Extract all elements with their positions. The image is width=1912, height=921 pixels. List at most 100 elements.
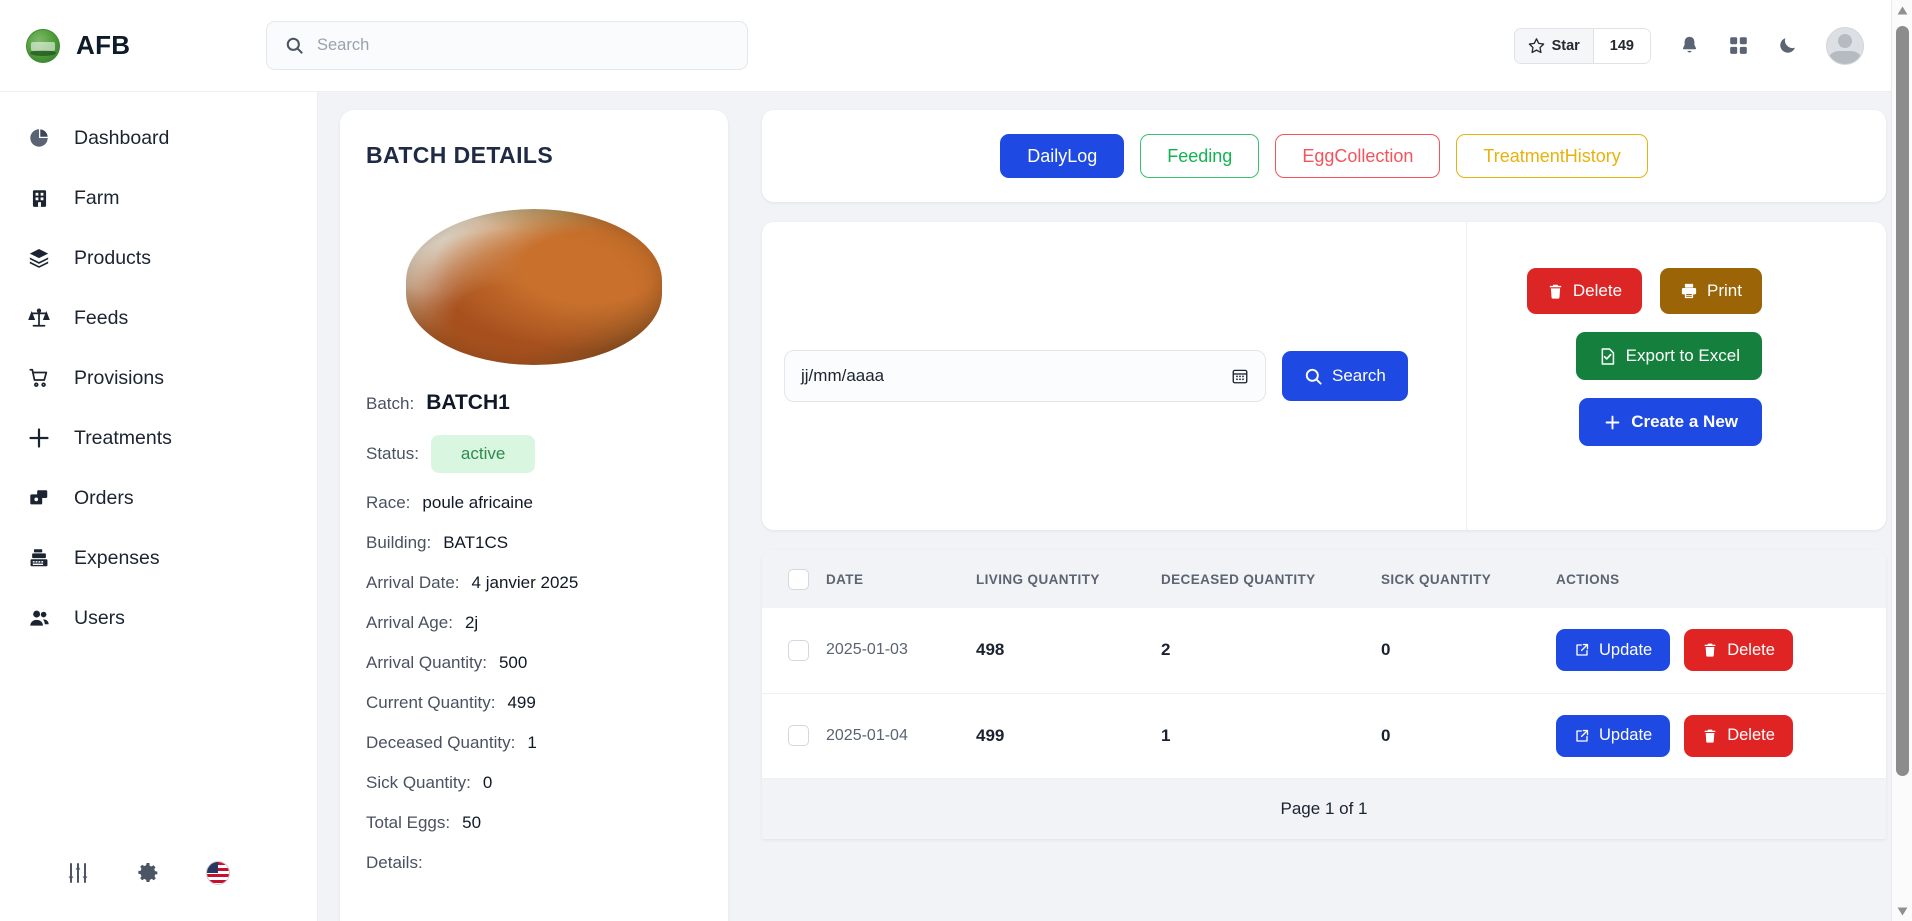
tab-dailylog[interactable]: DailyLog	[1000, 134, 1125, 178]
bulk-delete-button[interactable]: Delete	[1526, 268, 1643, 314]
field-label: Details:	[366, 853, 423, 872]
field-current-quantity: Current Quantity: 499	[366, 693, 702, 713]
cell-date: 2025-01-03	[826, 608, 976, 694]
sidebar-item-dashboard[interactable]: Dashboard	[0, 108, 317, 168]
apps-grid-icon[interactable]	[1728, 35, 1749, 56]
column-date[interactable]: DATE	[826, 550, 976, 608]
search-button-label: Search	[1332, 366, 1386, 385]
brand-title: AFB	[76, 30, 131, 60]
page-scrollbar[interactable]	[1891, 0, 1912, 921]
table-row[interactable]: 2025-01-03 498 2 0 Update Delete	[762, 608, 1886, 694]
column-living-quantity[interactable]: LIVING QUANTITY	[976, 550, 1161, 608]
search-button[interactable]: Search	[1282, 351, 1408, 401]
star-group[interactable]: Star 149	[1513, 27, 1651, 64]
right-column: DailyLog Feeding EggCollection Treatment…	[762, 110, 1886, 921]
sidebar-item-orders[interactable]: Orders	[0, 468, 317, 528]
field-label: Building:	[366, 533, 432, 552]
layers-icon	[26, 247, 52, 269]
field-value: 4 janvier 2025	[471, 573, 579, 592]
cell-deceased-quantity: 2	[1161, 608, 1381, 694]
field-status: Status: active	[366, 435, 702, 473]
printer-icon	[1680, 282, 1698, 300]
gear-icon[interactable]	[136, 861, 160, 885]
export-excel-label: Export to Excel	[1625, 346, 1740, 365]
flag-us-icon[interactable]	[206, 861, 230, 885]
scroll-down-arrow-icon[interactable]	[1892, 901, 1912, 921]
daily-log-table: DATE LIVING QUANTITY DECEASED QUANTITY S…	[762, 550, 1886, 839]
sidebar-item-provisions[interactable]: Provisions	[0, 348, 317, 408]
sidebar-item-products[interactable]: Products	[0, 228, 317, 288]
row-checkbox[interactable]	[788, 725, 809, 746]
sidebar-item-farm[interactable]: Farm	[0, 168, 317, 228]
field-label: Status:	[366, 444, 419, 463]
table-body: 2025-01-03 498 2 0 Update Delete 2025-01…	[762, 608, 1886, 779]
calendar-icon[interactable]	[1231, 367, 1249, 385]
sidebar-item-users[interactable]: Users	[0, 588, 317, 648]
brand[interactable]: AFB	[26, 28, 262, 63]
edit-icon	[1574, 642, 1590, 658]
row-delete-label: Delete	[1727, 640, 1775, 659]
sidebar-item-expenses[interactable]: Expenses	[0, 528, 317, 588]
field-value: 500	[498, 653, 528, 672]
print-button[interactable]: Print	[1660, 268, 1762, 314]
sidebar-item-treatments[interactable]: Treatments	[0, 408, 317, 468]
field-label: Batch:	[366, 394, 415, 413]
table-row[interactable]: 2025-01-04 499 1 0 Update Delete	[762, 693, 1886, 779]
export-excel-button[interactable]: Export to Excel	[1575, 332, 1762, 380]
avatar[interactable]	[1826, 26, 1864, 65]
building-icon	[26, 188, 52, 209]
field-deceased-quantity: Deceased Quantity: 1	[366, 733, 702, 753]
sliders-icon[interactable]	[66, 861, 90, 885]
sidebar-item-feeds[interactable]: Feeds	[0, 288, 317, 348]
field-arrival-age: Arrival Age: 2j	[366, 613, 702, 633]
row-delete-button[interactable]: Delete	[1684, 714, 1793, 757]
dark-mode-moon-icon[interactable]	[1777, 35, 1798, 56]
column-deceased-quantity[interactable]: DECEASED QUANTITY	[1161, 550, 1381, 608]
pagination: Page 1 of 1	[762, 778, 1886, 839]
batch-details-card: BATCH DETAILS Batch: BATCH1 Status: acti…	[340, 110, 728, 921]
scroll-up-arrow-icon[interactable]	[1892, 0, 1912, 20]
page-title: BATCH DETAILS	[366, 142, 554, 168]
create-new-button[interactable]: Create a New	[1579, 398, 1762, 446]
tab-eggcollection[interactable]: EggCollection	[1275, 134, 1441, 178]
search-input[interactable]	[317, 36, 729, 55]
field-details: Details:	[366, 853, 702, 873]
scrollbar-thumb[interactable]	[1896, 26, 1909, 776]
cell-sick-quantity: 0	[1381, 693, 1556, 779]
field-arrival-quantity: Arrival Quantity: 500	[366, 653, 702, 673]
star-count[interactable]: 149	[1593, 28, 1650, 63]
row-update-button[interactable]: Update	[1556, 714, 1671, 757]
column-sick-quantity[interactable]: SICK QUANTITY	[1381, 550, 1556, 608]
table-header-row: DATE LIVING QUANTITY DECEASED QUANTITY S…	[762, 550, 1886, 608]
table: DATE LIVING QUANTITY DECEASED QUANTITY S…	[762, 550, 1886, 779]
field-value: BAT1CS	[443, 533, 509, 552]
row-update-button[interactable]: Update	[1556, 629, 1671, 672]
field-sick-quantity: Sick Quantity: 0	[366, 773, 702, 793]
tab-treatmenthistory[interactable]: TreatmentHistory	[1456, 134, 1648, 178]
field-race: Race: poule africaine	[366, 493, 702, 513]
sidebar: Dashboard Farm Products Feeds Provisions…	[0, 92, 318, 921]
create-new-label: Create a New	[1631, 412, 1738, 431]
column-actions: ACTIONS	[1556, 550, 1886, 608]
row-update-label: Update	[1599, 640, 1653, 659]
field-label: Deceased Quantity:	[366, 733, 516, 752]
cell-sick-quantity: 0	[1381, 608, 1556, 694]
row-checkbox[interactable]	[788, 639, 809, 661]
row-delete-button[interactable]: Delete	[1684, 629, 1793, 672]
sidebar-item-label: Expenses	[74, 546, 160, 569]
star-button[interactable]: Star	[1514, 28, 1594, 63]
tab-feeding[interactable]: Feeding	[1140, 134, 1260, 178]
select-all-checkbox[interactable]	[788, 568, 809, 590]
bulk-actions-row: Delete Print	[1526, 268, 1762, 314]
sidebar-item-label: Users	[74, 606, 125, 629]
global-search[interactable]	[266, 21, 748, 70]
date-filter-input[interactable]: jj/mm/aaaa	[784, 350, 1266, 402]
cell-living-quantity: 498	[976, 608, 1161, 694]
batch-photo	[406, 209, 662, 365]
status-badge: active	[430, 435, 536, 473]
header-actions: Star 149	[1513, 26, 1886, 65]
cell-date: 2025-01-04	[826, 693, 976, 779]
notifications-bell-icon[interactable]	[1679, 35, 1700, 56]
plus-icon	[1603, 413, 1622, 432]
field-label: Race:	[366, 493, 411, 512]
